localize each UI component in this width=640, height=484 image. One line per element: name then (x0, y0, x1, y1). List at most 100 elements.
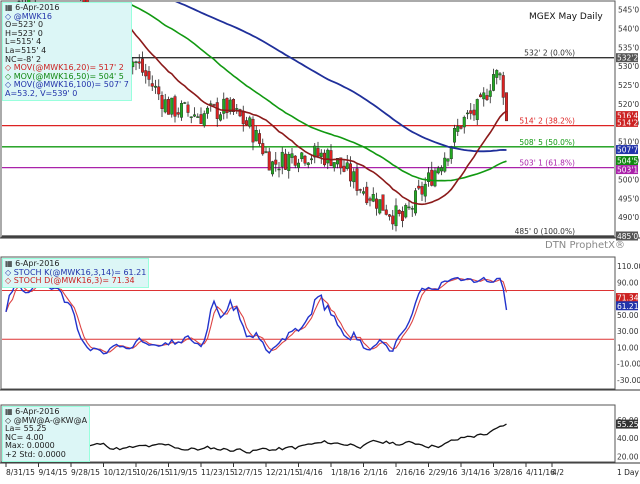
candle-body (166, 99, 170, 115)
candle-body (160, 95, 164, 109)
spread-info-box: ▦ 6-Apr-2016 ◇ @MW@A-@KW@A La= 55.25 NC=… (2, 406, 91, 462)
candle-body (254, 130, 258, 142)
price-tag-label: 504'5 (617, 157, 638, 166)
candle-body (319, 152, 323, 157)
candle-body (375, 198, 379, 209)
candle-body (215, 102, 219, 119)
candle-body (410, 208, 414, 210)
watermark: DTN ProphetX® (545, 240, 625, 251)
info-volume: A=53.2, V=539' 0 (5, 88, 78, 98)
spread-y-tick: 40.00 (617, 434, 639, 443)
candle-body (310, 158, 314, 161)
x-tick-label: 10/26/15 (136, 468, 170, 477)
candle-body (326, 149, 330, 164)
candle-body (248, 117, 252, 127)
candle-body (368, 198, 372, 201)
candle-body (179, 103, 183, 118)
candle-body (443, 157, 447, 172)
diamond-icon: ◇ (5, 276, 12, 286)
retracement-label: 503' 1 (61.8%) (519, 159, 575, 168)
retracement-label: 514' 2 (38.2%) (519, 117, 575, 126)
candle-body (362, 191, 366, 194)
candle-body (479, 94, 483, 98)
candle-body (153, 85, 157, 88)
candle-body (140, 58, 144, 73)
interval-label: 1 Day (617, 468, 640, 477)
candle-body (202, 113, 206, 126)
candle-body (394, 205, 398, 227)
price-y-tick: 490'0 (618, 213, 639, 222)
candle-body (280, 151, 284, 167)
stoch-y-tick: 30.00 (617, 327, 639, 336)
candle-body (488, 90, 492, 97)
price-y-tick: 495'0 (618, 194, 639, 203)
candle-body (258, 133, 262, 144)
candle-body (186, 104, 190, 113)
candle-body (365, 186, 369, 204)
price-tag-label: 514'2 (617, 118, 638, 127)
candle-body (241, 111, 245, 125)
price-tag-label: 507'7 (617, 146, 638, 155)
retracement-label: 485' 0 (100.0%) (515, 227, 575, 236)
candle-body (176, 112, 180, 115)
candle-body (352, 171, 356, 183)
candle-body (482, 92, 486, 100)
candle-body (274, 159, 278, 165)
candle-body (137, 61, 141, 64)
x-tick-label: 4/11/16 (526, 468, 555, 477)
diamond-icon: ◇ (5, 80, 12, 90)
price-y-tick: 525'0 (618, 81, 639, 90)
spread-tag-label: 55.25 (617, 420, 639, 429)
candle-body (300, 152, 304, 160)
candle-body (423, 183, 427, 197)
x-tick-label: 2/29/16 (429, 468, 458, 477)
x-tick-label: 12/21/15 (266, 468, 300, 477)
candle-body (459, 126, 463, 129)
candle-body (284, 153, 288, 170)
candle-body (196, 116, 200, 118)
candle-body (492, 74, 496, 91)
candle-body (144, 70, 148, 77)
x-tick-label: 11/9/15 (169, 468, 198, 477)
stoch-y-tick: 50.00 (617, 311, 639, 320)
x-tick-label: 4/2 (552, 468, 564, 477)
candle-body (345, 162, 349, 169)
candle-body (303, 155, 307, 164)
candle-body (264, 151, 268, 153)
candle-body (261, 143, 265, 155)
x-tick-label: 1/18/16 (331, 468, 360, 477)
x-tick-label: 9/14/15 (39, 468, 68, 477)
candle-body (170, 97, 174, 115)
x-tick-label: 8/31/15 (6, 468, 35, 477)
candle-body (401, 211, 405, 221)
candle-body (251, 118, 255, 143)
stoch-d-label: STOCH D(@MWK16,3)= 71.34 (13, 276, 135, 286)
candle-body (147, 71, 151, 80)
candle-body (430, 169, 434, 186)
candle-body (192, 114, 196, 117)
candle-body (498, 73, 502, 76)
candle-body (342, 165, 346, 172)
candle-body (332, 162, 336, 168)
candle-body (456, 126, 460, 132)
stoch-y-tick: 110.00 (617, 262, 640, 271)
candle-body (475, 99, 479, 120)
candle-body (306, 162, 310, 166)
candle-body (205, 107, 209, 114)
stoch-y-tick: 90.00 (617, 278, 639, 287)
candle-body (404, 205, 408, 218)
candle-body (505, 92, 509, 122)
candle-body (244, 120, 248, 126)
candle-body (277, 168, 281, 171)
stoch-tag-label: 61.21 (617, 302, 639, 311)
candle-body (485, 95, 489, 101)
price-tag-label: 503'1 (617, 166, 638, 175)
candle-body (173, 96, 177, 117)
candle-body (222, 98, 226, 114)
candle-body (150, 83, 154, 87)
price-info-box: ▦ 6-Apr-2016 ◇ @MWK16 O=523' 0 H=523' 0 … (2, 2, 132, 101)
candle-body (235, 108, 239, 110)
candle-body (466, 112, 470, 115)
candle-body (397, 210, 401, 214)
candle-body (501, 75, 505, 98)
